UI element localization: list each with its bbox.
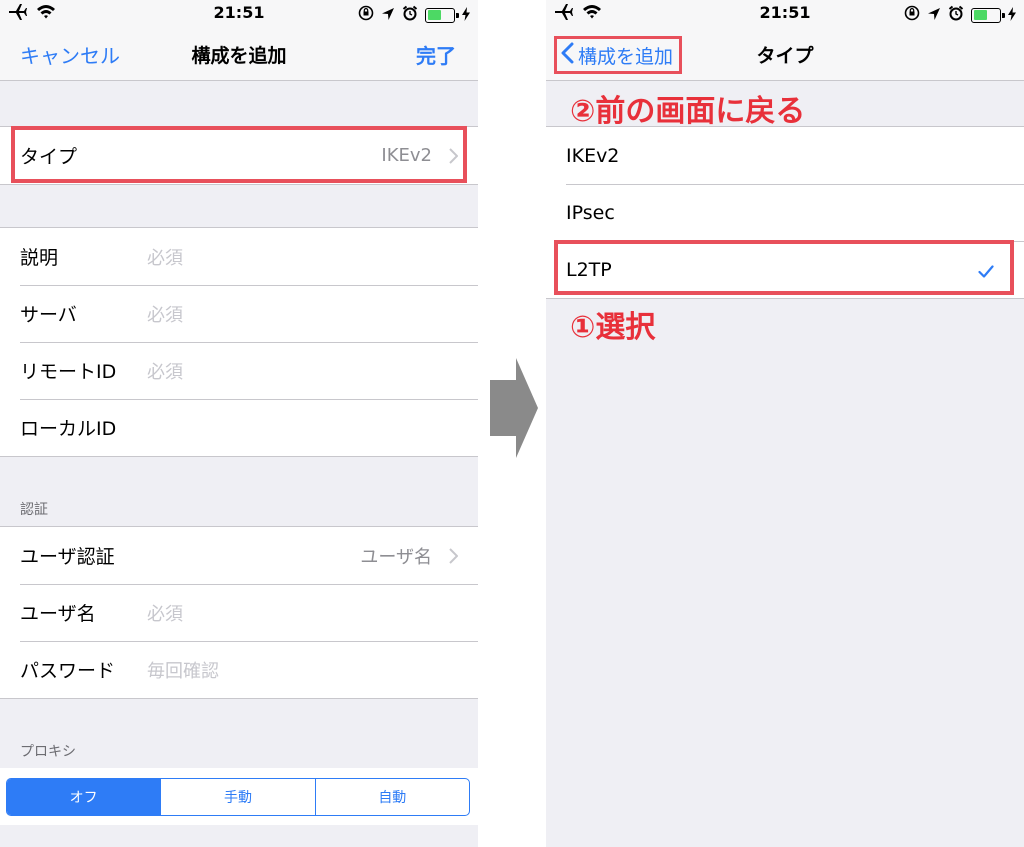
proxy-section-header: プロキシ (20, 744, 76, 760)
location-icon (927, 6, 941, 25)
remote-id-label: リモートID (20, 361, 117, 383)
proxy-manual-segment[interactable]: 手動 (160, 779, 314, 815)
username-label: ユーザ名 (20, 603, 96, 625)
server-placeholder: 必須 (147, 304, 183, 326)
charging-icon (1008, 6, 1016, 25)
arrow-right-icon (490, 358, 538, 462)
charging-icon (462, 6, 470, 25)
status-bar: 21:51 (0, 0, 478, 26)
server-details-group: 説明 必須 サーバ 必須 リモートID 必須 ローカルID (0, 227, 478, 457)
type-option-ipsec[interactable]: IPsec (546, 184, 1024, 241)
step-1-annotation: ①選択 (570, 310, 656, 345)
server-field[interactable]: サーバ 必須 (0, 285, 478, 342)
navigation-bar: キャンセル 構成を追加 完了 (0, 26, 478, 81)
l2tp-highlight-box (554, 240, 1014, 295)
add-configuration-screen: 21:51 キャンセル 構成を追加 完了 タイプ IKEv2 説明 必須 サーバ… (0, 0, 478, 847)
rotation-lock-icon (904, 5, 920, 25)
user-auth-value: ユーザ名 (360, 546, 432, 568)
type-highlight-box (11, 126, 467, 183)
description-field[interactable]: 説明 必須 (0, 228, 478, 285)
user-auth-label: ユーザ認証 (20, 546, 115, 568)
done-button[interactable]: 完了 (416, 40, 456, 69)
status-bar: 21:51 (546, 0, 1024, 26)
location-icon (381, 6, 395, 25)
rotation-lock-icon (358, 5, 374, 25)
auth-section-header: 認証 (20, 502, 48, 518)
page-title: 構成を追加 (191, 45, 287, 67)
navigation-bar: 構成を追加 タイプ (546, 26, 1024, 81)
proxy-segmented-control: オフ 手動 自動 (6, 778, 470, 816)
type-selection-screen: 21:51 構成を追加 タイプ ②前の画面に戻る IKEv2 IPsec L2T… (546, 0, 1024, 847)
proxy-auto-segment[interactable]: 自動 (314, 779, 469, 815)
battery-icon (425, 7, 459, 23)
password-placeholder: 毎回確認 (147, 660, 219, 682)
battery-icon (971, 7, 1005, 23)
local-id-field[interactable]: ローカルID (0, 399, 478, 456)
password-label: パスワード (20, 660, 116, 682)
local-id-label: ローカルID (20, 418, 117, 440)
password-field[interactable]: パスワード 毎回確認 (0, 641, 478, 698)
user-auth-row[interactable]: ユーザ認証 ユーザ名 (0, 527, 478, 584)
comparison-stage: 21:51 キャンセル 構成を追加 完了 タイプ IKEv2 説明 必須 サーバ… (0, 0, 1024, 847)
server-label: サーバ (20, 304, 77, 326)
page-title: タイプ (756, 45, 814, 67)
username-field[interactable]: ユーザ名 必須 (0, 584, 478, 641)
type-option-label: IKEv2 (566, 144, 620, 167)
chevron-right-icon (449, 547, 459, 569)
alarm-icon (948, 5, 964, 25)
auth-group: ユーザ認証 ユーザ名 ユーザ名 必須 パスワード 毎回確認 (0, 526, 478, 699)
description-placeholder: 必須 (147, 247, 183, 269)
type-option-ikev2[interactable]: IKEv2 (546, 127, 1024, 184)
proxy-off-segment[interactable]: オフ (7, 779, 161, 815)
step-2-annotation: ②前の画面に戻る (570, 94, 806, 129)
remote-id-placeholder: 必須 (147, 361, 183, 383)
type-option-label: IPsec (566, 201, 615, 224)
remote-id-field[interactable]: リモートID 必須 (0, 342, 478, 399)
description-label: 説明 (20, 247, 59, 269)
username-placeholder: 必須 (147, 603, 183, 625)
alarm-icon (402, 5, 418, 25)
